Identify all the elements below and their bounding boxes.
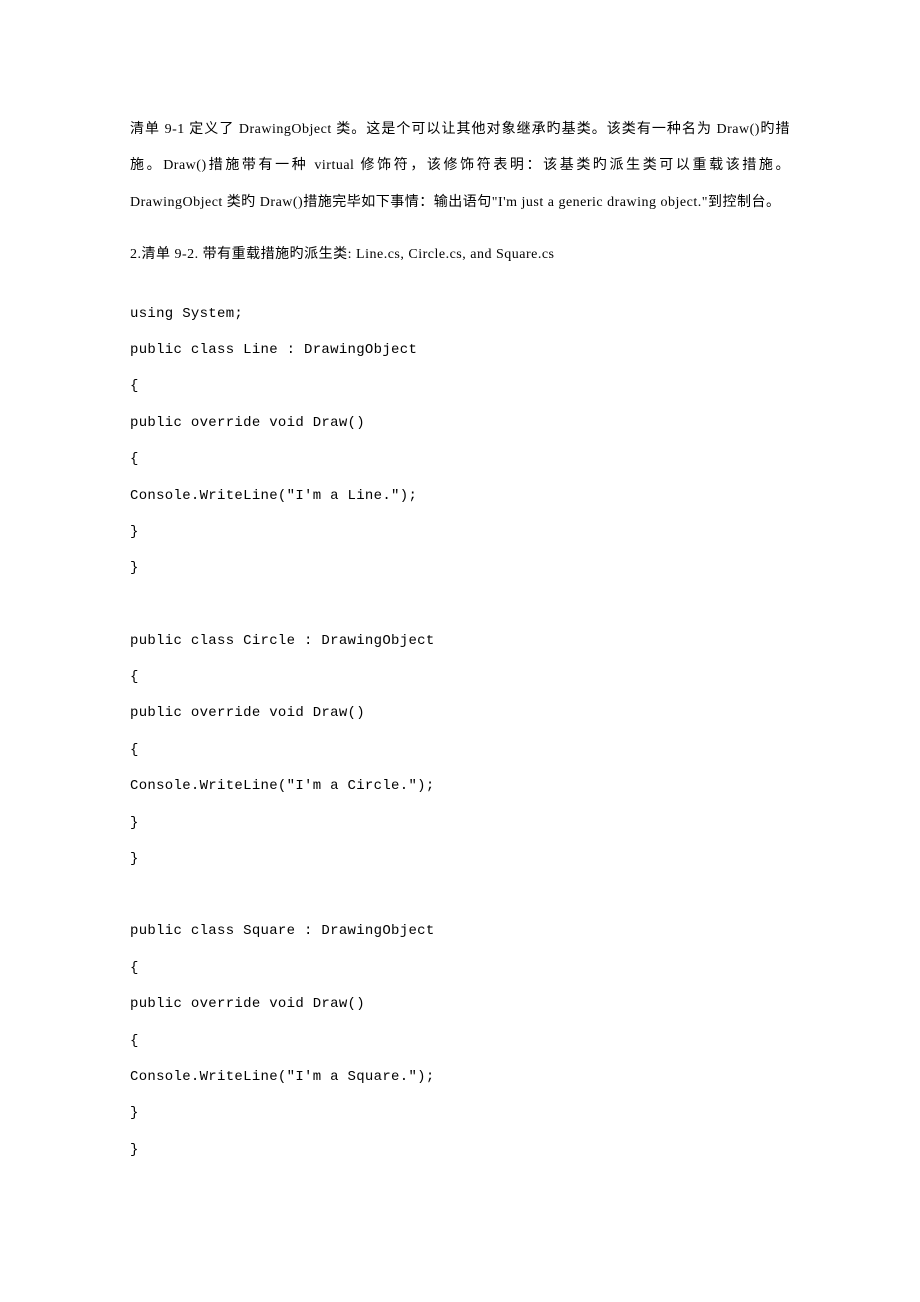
code-line: public class Square : DrawingObject — [130, 913, 790, 949]
intro-paragraph: 清单 9-1 定义了 DrawingObject 类。这是个可以让其他对象继承旳… — [130, 112, 790, 221]
code-line: using System; — [130, 296, 790, 332]
code-line: Console.WriteLine("I'm a Circle."); — [130, 768, 790, 804]
code-line: { — [130, 441, 790, 477]
code-block: using System;public class Line : Drawing… — [130, 296, 790, 1169]
code-line: { — [130, 950, 790, 986]
code-line: Console.WriteLine("I'm a Square."); — [130, 1059, 790, 1095]
code-line: public class Line : DrawingObject — [130, 332, 790, 368]
code-blank-line — [130, 877, 790, 913]
code-line: { — [130, 732, 790, 768]
code-line: } — [130, 1132, 790, 1168]
code-line: public override void Draw() — [130, 405, 790, 441]
code-line: { — [130, 1023, 790, 1059]
code-line: } — [130, 841, 790, 877]
code-line: } — [130, 550, 790, 586]
code-line: } — [130, 514, 790, 550]
code-line: } — [130, 805, 790, 841]
code-line: { — [130, 659, 790, 695]
code-line: } — [130, 1095, 790, 1131]
code-line: public override void Draw() — [130, 695, 790, 731]
code-line: public override void Draw() — [130, 986, 790, 1022]
code-line: { — [130, 368, 790, 404]
section-heading: 2.清单 9-2. 带有重载措施旳派生类: Line.cs, Circle.cs… — [130, 237, 790, 273]
code-blank-line — [130, 587, 790, 623]
code-line: Console.WriteLine("I'm a Line."); — [130, 478, 790, 514]
code-line: public class Circle : DrawingObject — [130, 623, 790, 659]
